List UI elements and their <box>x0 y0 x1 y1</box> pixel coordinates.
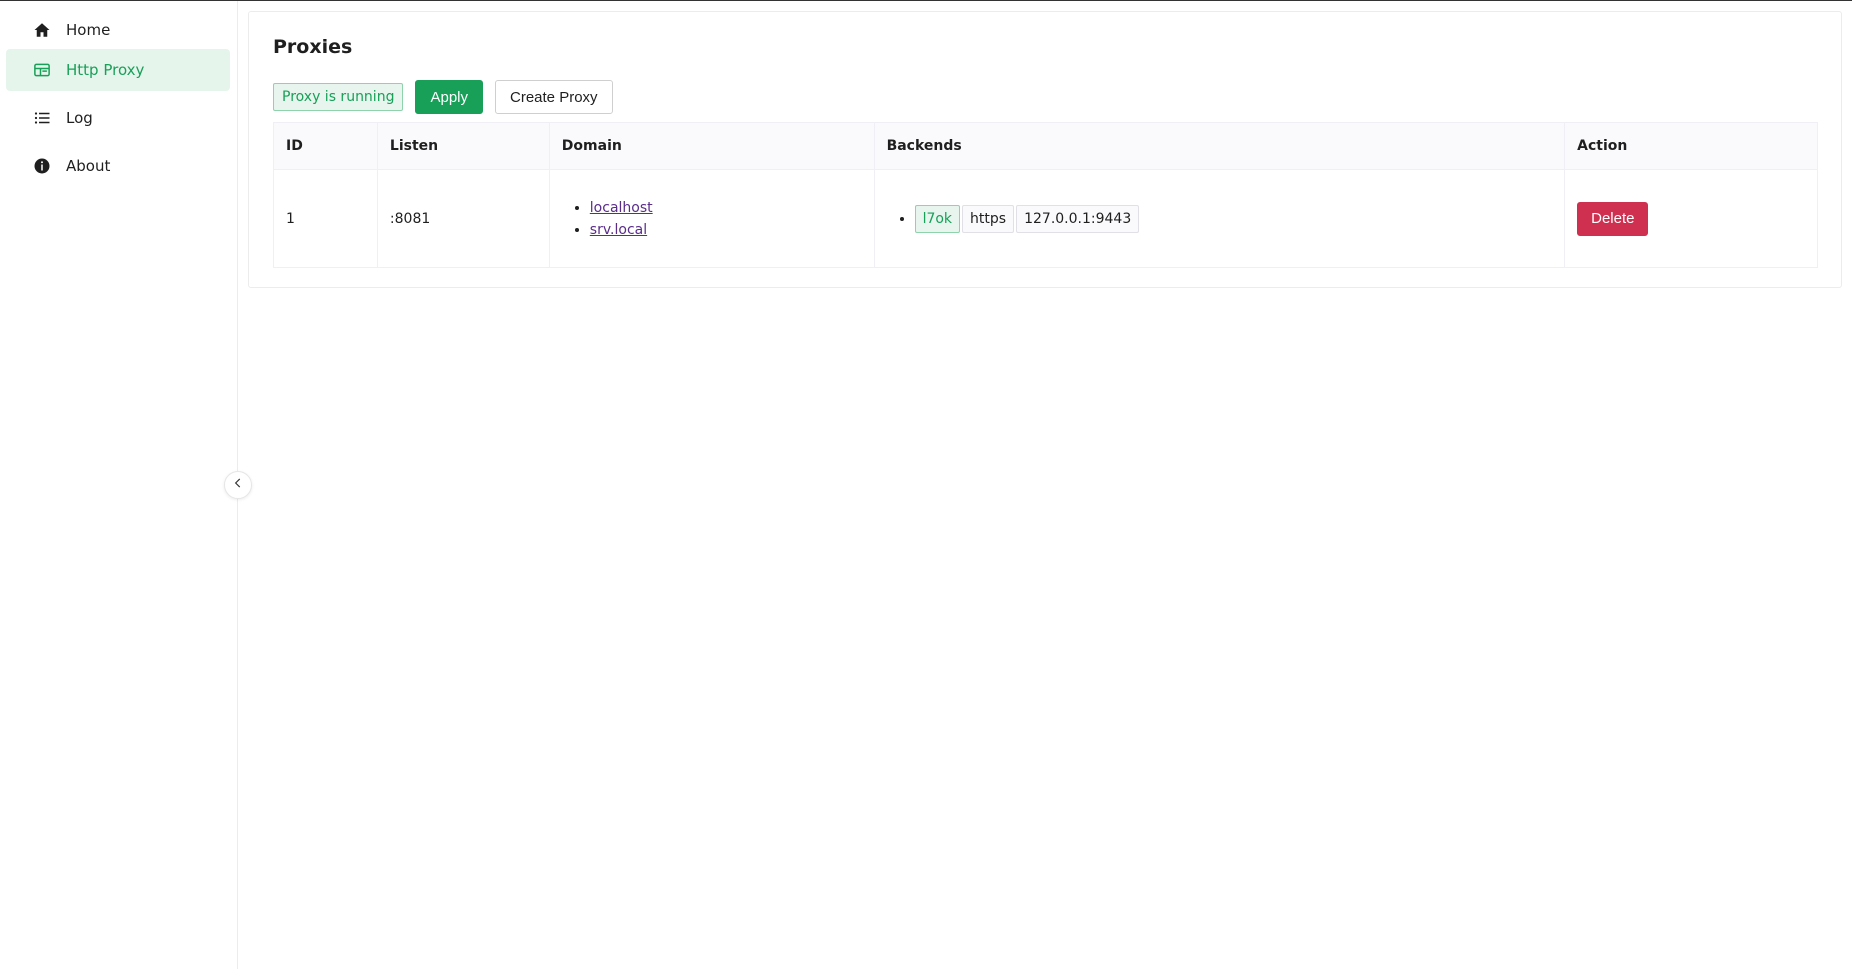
column-header-id: ID <box>273 122 378 170</box>
sidebar-item-label: About <box>66 157 111 175</box>
info-icon <box>32 156 52 176</box>
sidebar-item-label: Http Proxy <box>66 61 145 79</box>
cell-id: 1 <box>273 169 378 268</box>
cell-action: Delete <box>1564 169 1818 268</box>
table-row: 1 :8081 localhost srv.local l7ok https <box>273 169 1818 268</box>
proxies-card: Proxies Proxy is running Apply Create Pr… <box>248 11 1842 288</box>
sidebar-item-http-proxy[interactable]: Http Proxy <box>6 49 230 91</box>
column-header-listen: Listen <box>376 122 550 170</box>
create-proxy-button[interactable]: Create Proxy <box>495 80 613 114</box>
sidebar: Home Http Proxy Log About <box>0 1 252 969</box>
list-item: localhost <box>590 197 874 219</box>
sidebar-item-label: Home <box>66 21 111 39</box>
cell-backends: l7ok https 127.0.0.1:9443 <box>873 169 1566 268</box>
column-header-backends: Backends <box>873 122 1566 170</box>
sidebar-collapse-button[interactable] <box>224 471 252 499</box>
column-header-action: Action <box>1564 122 1818 170</box>
delete-button[interactable]: Delete <box>1577 201 1649 236</box>
table-header-row: ID Listen Domain Backends Action <box>273 122 1818 170</box>
home-icon <box>32 20 52 40</box>
list-item: l7ok https 127.0.0.1:9443 <box>914 204 1565 233</box>
cell-listen: :8081 <box>376 169 550 268</box>
domain-link[interactable]: srv.local <box>590 222 647 238</box>
backend-address-tag: 127.0.0.1:9443 <box>1016 204 1140 233</box>
domain-link[interactable]: localhost <box>590 200 653 216</box>
sidebar-item-log[interactable]: Log <box>6 97 230 139</box>
page-title: Proxies <box>273 36 353 58</box>
apply-button[interactable]: Apply <box>415 80 483 114</box>
list-item: srv.local <box>590 219 874 241</box>
backend-list: l7ok https 127.0.0.1:9443 <box>887 204 1565 233</box>
column-header-domain: Domain <box>548 122 875 170</box>
sidebar-item-label: Log <box>66 109 93 127</box>
backend-entry: l7ok https 127.0.0.1:9443 <box>914 204 1565 233</box>
backend-scheme-tag: https <box>962 204 1015 233</box>
proxy-icon <box>32 60 52 80</box>
status-badge: Proxy is running <box>273 83 404 111</box>
chevron-left-icon <box>231 476 245 494</box>
sidebar-item-about[interactable]: About <box>6 145 230 187</box>
toolbar: Proxy is running Apply Create Proxy <box>273 80 613 114</box>
list-icon <box>32 108 52 128</box>
domain-list: localhost srv.local <box>562 197 874 241</box>
sidebar-item-home[interactable]: Home <box>6 9 230 51</box>
backend-name-tag: l7ok <box>914 204 961 233</box>
cell-domain: localhost srv.local <box>548 169 875 268</box>
window-top-border <box>0 0 1852 1</box>
proxies-table: ID Listen Domain Backends Action 1 :8081… <box>273 122 1818 268</box>
